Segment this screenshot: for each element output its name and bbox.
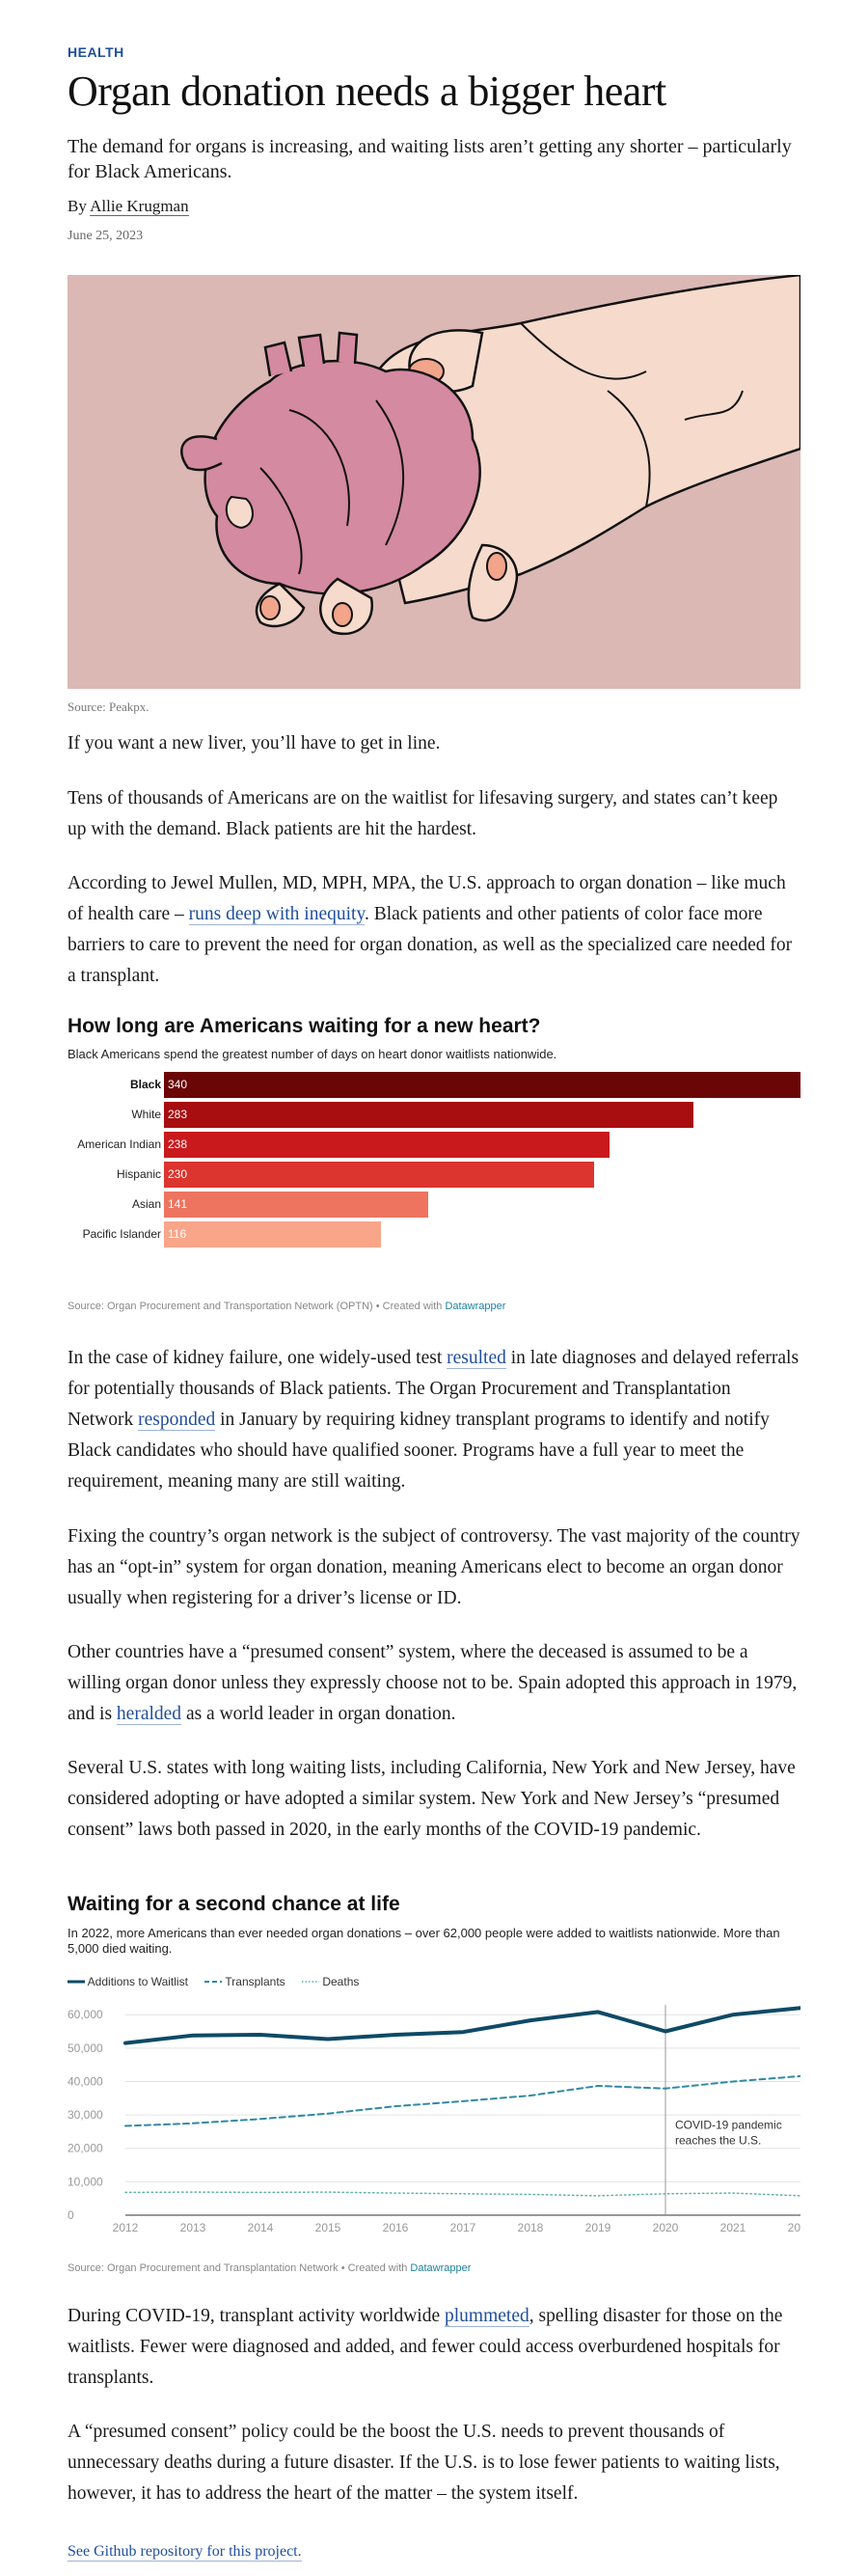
bar-row: Hispanic 230 (68, 1162, 800, 1188)
bar-value-label: 116 (168, 1227, 187, 1241)
legend-transplants-label: Transplants (225, 1975, 285, 1988)
x-tick-label: 2017 (450, 2221, 476, 2234)
bar-row: American Indian 238 (68, 1132, 800, 1158)
p6-text-b: as a world leader in organ donation. (181, 1704, 456, 1724)
heart-waitlist-bar-chart: Black 340 White 283 American Indian 238 Hispan… (68, 1072, 800, 1255)
bar-category-label: American Indian (77, 1137, 161, 1151)
legend-additions: Additions to Waitlist (68, 1975, 188, 1988)
covid-annotation-text: COVID-19 pandemic (675, 2118, 782, 2131)
paragraph-7: Several U.S. states with long waiting li… (68, 1758, 796, 1840)
covid-annotation-text: reaches the U.S. (675, 2133, 761, 2147)
p8-text-a: During COVID-19, transplant activity wor… (68, 2306, 446, 2326)
y-tick-label: 40,000 (68, 2074, 103, 2088)
publish-date: June 25, 2023 (68, 229, 144, 243)
legend-deaths: Deaths (302, 1975, 359, 1988)
author-link[interactable]: Allie Krugman (90, 197, 189, 216)
y-tick-label: 10,000 (68, 2175, 103, 2188)
resulted-link[interactable]: resulted (447, 1348, 506, 1369)
bar-value-label: 230 (168, 1167, 188, 1181)
responded-link[interactable]: responded (138, 1410, 216, 1431)
x-tick-label: 2022 (788, 2221, 800, 2234)
paragraph-2: Tens of thousands of Americans are on th… (68, 788, 778, 839)
x-tick-label: 2018 (518, 2221, 544, 2234)
heart-in-hand-illustration (68, 275, 800, 689)
inequity-link[interactable]: runs deep with inequity (188, 904, 365, 925)
paragraph-1: If you want a new liver, you’ll have to … (68, 733, 441, 754)
y-tick-label: 50,000 (68, 2042, 103, 2055)
legend-dotted-swatch (302, 1981, 319, 1983)
paragraph-6: Other countries have a “presumed consent… (68, 1637, 800, 1730)
legend-transplants: Transplants (204, 1975, 285, 1988)
paragraph-5: Fixing the country’s organ network is th… (68, 1526, 800, 1608)
line-chart-legend: Additions to Waitlist Transplants Deaths (68, 1975, 372, 1988)
hero-image-heart-in-hand (68, 275, 800, 689)
line-chart-source: Source: Organ Procurement and Transplant… (68, 2262, 471, 2274)
line-source-text: Source: Organ Procurement and Transplant… (68, 2262, 411, 2274)
bar: 141 (164, 1192, 428, 1218)
bar-row: Pacific Islander 116 (68, 1221, 800, 1247)
bar-chart-title: How long are Americans waiting for a new… (68, 1015, 541, 1037)
bar: 116 (164, 1221, 382, 1247)
heralded-link[interactable]: heralded (116, 1704, 182, 1725)
legend-dashed-swatch (204, 1981, 223, 1983)
bar-row: White 283 (68, 1102, 800, 1128)
series-line (124, 2191, 800, 2197)
bar-chart-subtitle: Black Americans spend the greatest numbe… (68, 1047, 557, 1061)
x-tick-label: 2015 (315, 2221, 341, 2234)
bar-row: Asian 141 (68, 1192, 800, 1218)
paragraph-9: A “presumed consent” policy could be the… (68, 2422, 780, 2504)
bar: 340 (164, 1072, 800, 1098)
x-tick-label: 2019 (585, 2221, 611, 2234)
bar-value-label: 141 (168, 1197, 188, 1211)
bar-row: Black 340 (68, 1072, 800, 1098)
bar: 283 (164, 1102, 694, 1128)
bar-category-label: Hispanic (116, 1167, 161, 1181)
github-repo-link[interactable]: See Github repository for this project. (68, 2543, 302, 2562)
p4-text-a: In the case of kidney failure, one widel… (68, 1348, 448, 1368)
bar-category-label: White (131, 1108, 161, 1121)
bar: 238 (164, 1132, 610, 1158)
waitlist-line-chart: 0 10,000 20,000 30,000 40,000 50,000 60,000 201… (68, 2005, 800, 2234)
dek: The demand for organs is increasing, and… (68, 136, 792, 182)
legend-deaths-label: Deaths (322, 1975, 360, 1988)
x-tick-label: 2021 (720, 2221, 746, 2234)
line-chart-title: Waiting for a second chance at life (68, 1893, 400, 1915)
y-tick-label: 20,000 (68, 2142, 103, 2155)
series-line (123, 2006, 800, 2045)
paragraph-4: In the case of kidney failure, one widel… (68, 1343, 800, 1497)
headline: Organ donation needs a bigger heart (68, 68, 666, 115)
paragraph-8: During COVID-19, transplant activity wor… (68, 2301, 800, 2394)
byline-prefix: By (68, 197, 91, 215)
bar-source-text: Source: Organ Procurement and Transporta… (68, 1301, 446, 1312)
bar-category-label: Black (129, 1078, 161, 1091)
x-tick-label: 2016 (383, 2221, 409, 2234)
x-tick-label: 2012 (113, 2221, 139, 2234)
legend-solid-swatch (68, 1980, 85, 1984)
bar: 230 (164, 1162, 595, 1188)
datawrapper-link-2[interactable]: Datawrapper (410, 2262, 471, 2274)
bar-category-label: Asian (131, 1197, 161, 1211)
y-tick-label: 0 (68, 2208, 74, 2222)
y-tick-label: 60,000 (68, 2008, 103, 2021)
datawrapper-link[interactable]: Datawrapper (445, 1301, 505, 1312)
plummeted-link[interactable]: plummeted (445, 2306, 529, 2327)
x-tick-label: 2013 (180, 2221, 206, 2234)
x-tick-label: 2020 (653, 2221, 679, 2234)
section-kicker[interactable]: HEALTH (68, 44, 124, 60)
bar-value-label: 340 (168, 1078, 188, 1091)
paragraph-3: According to Jewel Mullen, MD, MPH, MPA,… (68, 868, 800, 992)
image-caption: Source: Peakpx. (68, 699, 149, 714)
bar-category-label: Pacific Islander (82, 1227, 161, 1241)
bar-value-label: 238 (168, 1137, 188, 1151)
legend-additions-label: Additions to Waitlist (87, 1975, 188, 1988)
byline: By Allie Krugman (68, 197, 189, 216)
bar-value-label: 283 (168, 1108, 188, 1121)
line-chart-subtitle: In 2022, more Americans than ever needed… (68, 1926, 780, 1956)
bar-chart-source: Source: Organ Procurement and Transporta… (68, 1301, 505, 1312)
x-tick-label: 2014 (248, 2221, 274, 2234)
y-tick-label: 30,000 (68, 2108, 103, 2122)
